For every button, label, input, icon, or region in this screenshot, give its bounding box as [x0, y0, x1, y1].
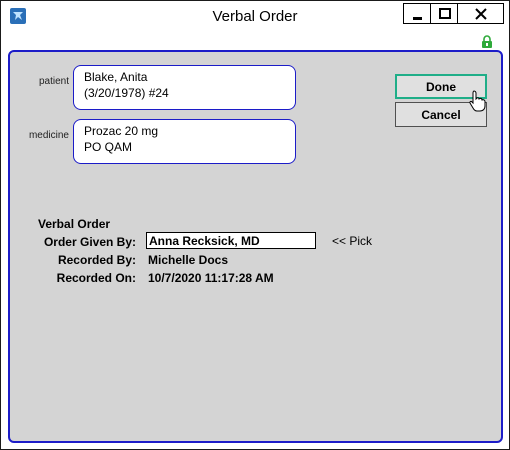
patient-dob-id: (3/20/1978) #24 — [84, 86, 169, 100]
medicine-name: Prozac 20 mg — [84, 124, 159, 138]
maximize-button[interactable] — [430, 3, 458, 24]
recorded-on-value: 10/7/2020 11:17:28 AM — [148, 271, 274, 285]
minimize-icon — [413, 17, 422, 20]
recorded-by-value: Michelle Docs — [148, 253, 229, 267]
patient-box[interactable]: Blake, Anita (3/20/1978) #24 — [73, 65, 296, 110]
patient-label: patient — [38, 76, 69, 87]
order-given-by-label: Order Given By: — [43, 235, 136, 249]
lock-icon — [482, 35, 492, 48]
recorded-on-label: Recorded On: — [56, 271, 136, 285]
medicine-box[interactable]: Prozac 20 mg PO QAM — [73, 119, 296, 164]
recorded-by-label: Recorded By: — [57, 253, 136, 267]
verbal-order-window: Verbal Order patient Blake, Anita (3/20/… — [0, 0, 510, 450]
close-button[interactable] — [457, 3, 504, 24]
order-given-by-field[interactable]: Anna Recksick, MD — [146, 232, 316, 249]
verbal-order-heading: Verbal Order — [38, 217, 111, 231]
hand-cursor-icon — [469, 90, 486, 112]
patient-name: Blake, Anita — [84, 70, 148, 84]
minimize-button[interactable] — [403, 3, 431, 24]
medicine-directions: PO QAM — [84, 140, 133, 154]
title-bar: Verbal Order — [1, 1, 509, 31]
pick-link[interactable]: << Pick — [332, 234, 372, 248]
close-icon — [475, 8, 487, 20]
medicine-label: medicine — [28, 130, 69, 141]
maximize-icon — [439, 8, 451, 19]
